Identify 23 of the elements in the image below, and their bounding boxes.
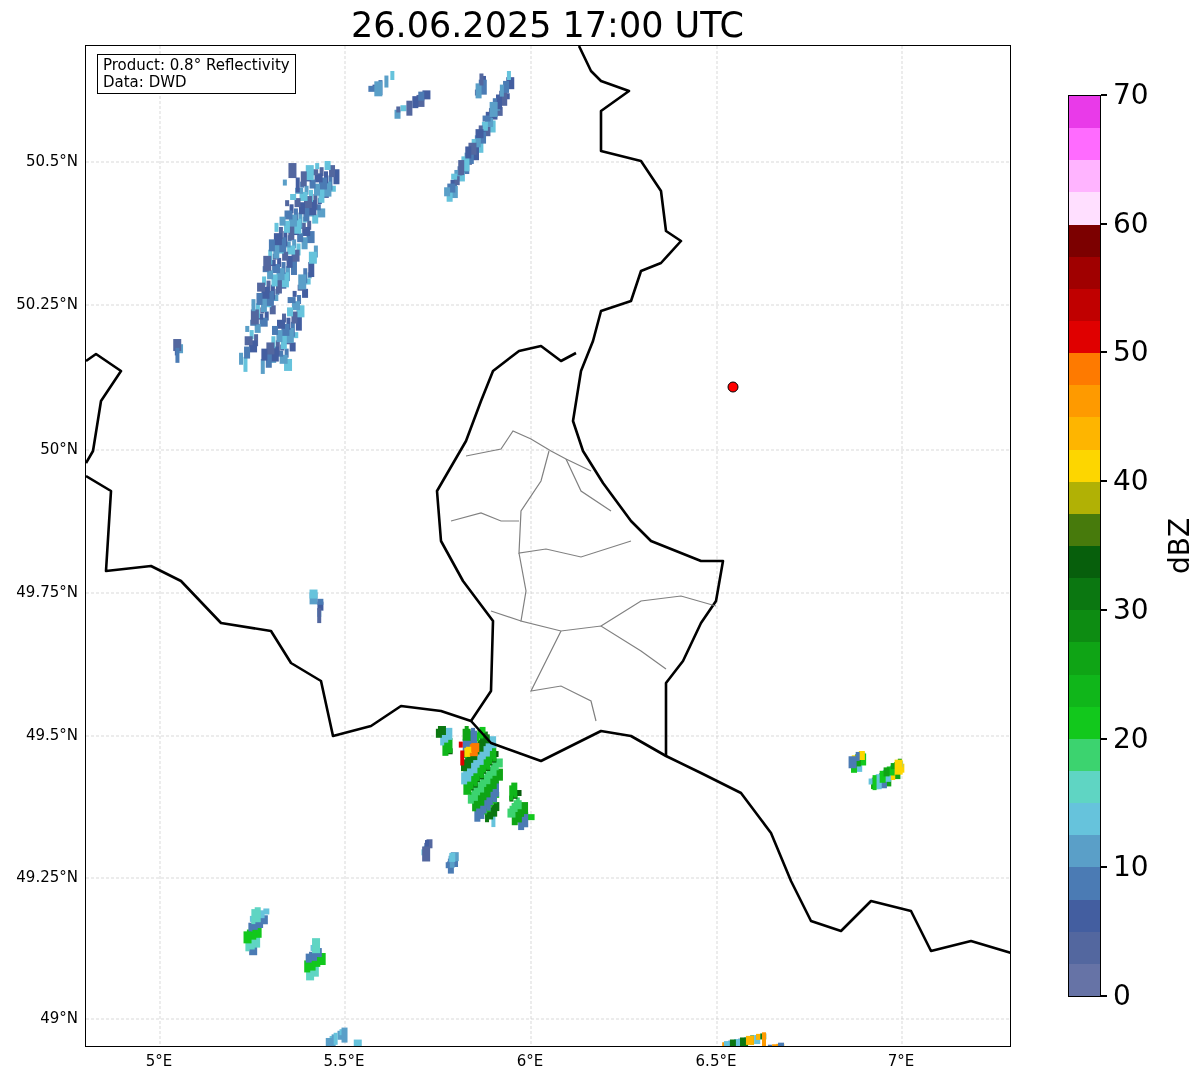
axis-tick-label: 6°E xyxy=(515,1052,545,1070)
colorbar-tick-label: 60 xyxy=(1101,206,1149,241)
colorbar-tick-label: 0 xyxy=(1101,979,1131,1013)
axis-tick-label: 5.5°E xyxy=(322,1052,366,1070)
axis-tick-label: 7°E xyxy=(886,1052,916,1070)
colorbar-tick-label: 50 xyxy=(1101,335,1149,370)
colorbar-tick-label: 40 xyxy=(1101,464,1149,499)
axis-tick-label: 50.25°N xyxy=(16,295,78,313)
axis-tick-label: 49.25°N xyxy=(16,868,78,886)
info-box: Product: 0.8° Reflectivity Data: DWD xyxy=(97,54,296,94)
colorbar-label: dBZ xyxy=(1164,516,1196,576)
colorbar-tick-label: 30 xyxy=(1101,592,1149,627)
colorbar-tick-label: 20 xyxy=(1101,721,1149,756)
axis-tick-label: 50.5°N xyxy=(25,152,78,170)
axis-tick-label: 50°N xyxy=(40,440,78,458)
axis-tick-label: 49.5°N xyxy=(25,726,78,744)
axis-tick-label: 49°N xyxy=(40,1009,78,1027)
axis-tick-label: 6.5°E xyxy=(694,1052,738,1070)
axis-tick-label: 5°E xyxy=(144,1052,174,1070)
axis-tick-label: 49.75°N xyxy=(16,583,78,601)
colorbar-tick-label: 70 xyxy=(1101,78,1149,112)
colorbar-tick-label: 10 xyxy=(1101,850,1149,885)
chart-title: 26.06.2025 17:00 UTC xyxy=(350,4,745,47)
